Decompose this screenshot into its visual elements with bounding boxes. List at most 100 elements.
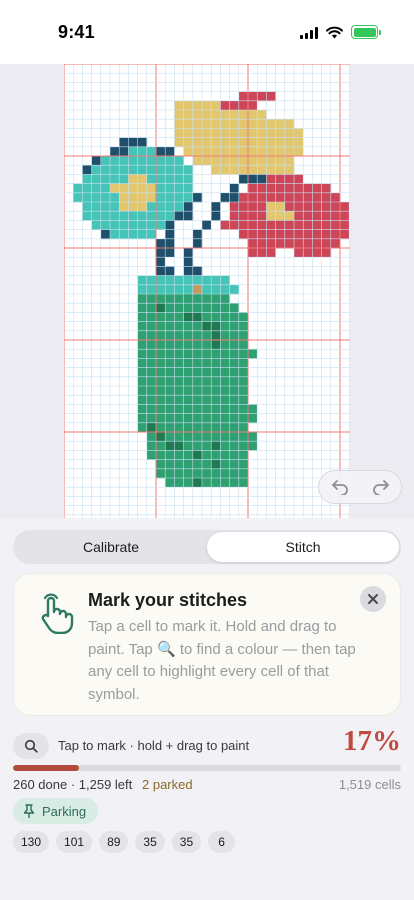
stitch-cell[interactable] xyxy=(165,459,175,470)
stitch-cell[interactable] xyxy=(238,165,249,175)
stitch-cell[interactable] xyxy=(211,376,221,387)
stitch-cell[interactable] xyxy=(229,330,240,341)
stitch-cell[interactable] xyxy=(211,459,221,470)
stitch-cell[interactable] xyxy=(165,376,175,387)
stitch-cell[interactable] xyxy=(165,220,175,230)
stitch-cell[interactable] xyxy=(174,137,184,148)
stitch-cell[interactable] xyxy=(284,238,295,249)
stitch-cell[interactable] xyxy=(119,229,129,240)
stitch-cell[interactable] xyxy=(238,386,249,396)
stitch-cell[interactable] xyxy=(91,165,102,175)
stitch-cell[interactable] xyxy=(211,404,221,414)
stitch-cell[interactable] xyxy=(192,110,203,120)
stitch-cell[interactable] xyxy=(257,202,267,212)
stitch-cell[interactable] xyxy=(183,110,194,120)
stitch-cell[interactable] xyxy=(284,174,295,184)
stitch-cell[interactable] xyxy=(238,349,249,359)
stitch-cell[interactable] xyxy=(128,183,138,194)
stitch-cell[interactable] xyxy=(275,183,286,194)
stitch-cell[interactable] xyxy=(174,312,184,322)
stitch-cell[interactable] xyxy=(229,404,240,414)
stitch-cell[interactable] xyxy=(137,404,148,414)
stitch-cell[interactable] xyxy=(330,238,341,249)
stitch-cell[interactable] xyxy=(156,367,166,378)
stitch-cell[interactable] xyxy=(119,202,129,212)
stitch-cell[interactable] xyxy=(257,110,267,120)
stitch-cell[interactable] xyxy=(137,275,148,286)
stitch-cell[interactable] xyxy=(183,192,194,203)
stitch-cell[interactable] xyxy=(275,156,286,166)
stitch-cell[interactable] xyxy=(238,450,249,460)
stitch-cell[interactable] xyxy=(156,340,166,350)
stitch-cell[interactable] xyxy=(211,321,221,332)
stitch-cell[interactable] xyxy=(248,248,258,258)
stitch-cell[interactable] xyxy=(192,395,203,405)
stitch-cell[interactable] xyxy=(100,220,111,230)
stitch-cell[interactable] xyxy=(321,192,332,203)
stitch-cell[interactable] xyxy=(192,192,203,203)
stitch-cell[interactable] xyxy=(110,220,120,230)
stitch-cell[interactable] xyxy=(146,312,157,322)
stitch-cell[interactable] xyxy=(174,165,184,175)
stitch-cell[interactable] xyxy=(174,174,184,184)
stitch-cell[interactable] xyxy=(165,340,175,350)
stitch-cell[interactable] xyxy=(248,349,258,359)
stitch-cell[interactable] xyxy=(321,220,332,230)
stitch-cell[interactable] xyxy=(192,376,203,387)
stitch-cell[interactable] xyxy=(82,211,92,221)
stitch-cell[interactable] xyxy=(303,202,313,212)
stitch-cell[interactable] xyxy=(119,156,129,166)
stitch-cell[interactable] xyxy=(146,183,157,194)
stitch-cell[interactable] xyxy=(211,340,221,350)
stitch-cell[interactable] xyxy=(174,478,184,488)
stitch-cell[interactable] xyxy=(202,284,212,295)
stitch-cell[interactable] xyxy=(202,294,212,304)
stitch-cell[interactable] xyxy=(202,468,212,479)
stitch-cell[interactable] xyxy=(156,321,166,332)
stitch-cell[interactable] xyxy=(146,358,157,368)
stitch-cell[interactable] xyxy=(257,229,267,240)
stitch-cell[interactable] xyxy=(183,404,194,414)
stitch-cell[interactable] xyxy=(183,202,194,212)
stitch-cell[interactable] xyxy=(266,156,276,166)
stitch-cell[interactable] xyxy=(165,192,175,203)
stitch-cell[interactable] xyxy=(229,349,240,359)
stitch-cell[interactable] xyxy=(192,459,203,470)
stitch-cell[interactable] xyxy=(238,312,249,322)
stitch-cell[interactable] xyxy=(294,220,304,230)
stitch-cell[interactable] xyxy=(146,413,157,424)
stitch-cell[interactable] xyxy=(211,156,221,166)
stitch-cell[interactable] xyxy=(229,220,240,230)
stitch-cell[interactable] xyxy=(174,404,184,414)
stitch-cell[interactable] xyxy=(183,100,194,111)
count-chip[interactable]: 35 xyxy=(171,831,202,853)
stitch-cell[interactable] xyxy=(165,156,175,166)
stitch-cell[interactable] xyxy=(192,303,203,313)
stitch-cell[interactable] xyxy=(174,349,184,359)
stitch-cell[interactable] xyxy=(174,432,184,442)
stitch-cell[interactable] xyxy=(174,110,184,120)
stitch-cell[interactable] xyxy=(211,165,221,175)
stitch-cell[interactable] xyxy=(82,192,92,203)
stitch-cell[interactable] xyxy=(110,211,120,221)
stitch-cell[interactable] xyxy=(266,202,276,212)
stitch-cell[interactable] xyxy=(330,211,341,221)
stitch-cell[interactable] xyxy=(165,422,175,433)
stitch-cell[interactable] xyxy=(146,376,157,387)
stitch-cell[interactable] xyxy=(192,128,203,138)
stitch-cell[interactable] xyxy=(165,450,175,460)
stitch-cell[interactable] xyxy=(303,220,313,230)
stitch-cell[interactable] xyxy=(156,376,166,387)
stitch-cell[interactable] xyxy=(119,165,129,175)
stitch-cell[interactable] xyxy=(340,229,350,240)
stitch-cell[interactable] xyxy=(266,174,276,184)
stitch-cell[interactable] xyxy=(73,192,83,203)
stitch-cell[interactable] xyxy=(192,146,203,157)
stitch-cell[interactable] xyxy=(192,478,203,488)
stitch-cell[interactable] xyxy=(220,432,230,442)
stitch-cell[interactable] xyxy=(202,349,212,359)
stitch-cell[interactable] xyxy=(91,202,102,212)
stitch-cell[interactable] xyxy=(165,413,175,424)
stitch-cell[interactable] xyxy=(165,294,175,304)
stitch-cell[interactable] xyxy=(257,211,267,221)
